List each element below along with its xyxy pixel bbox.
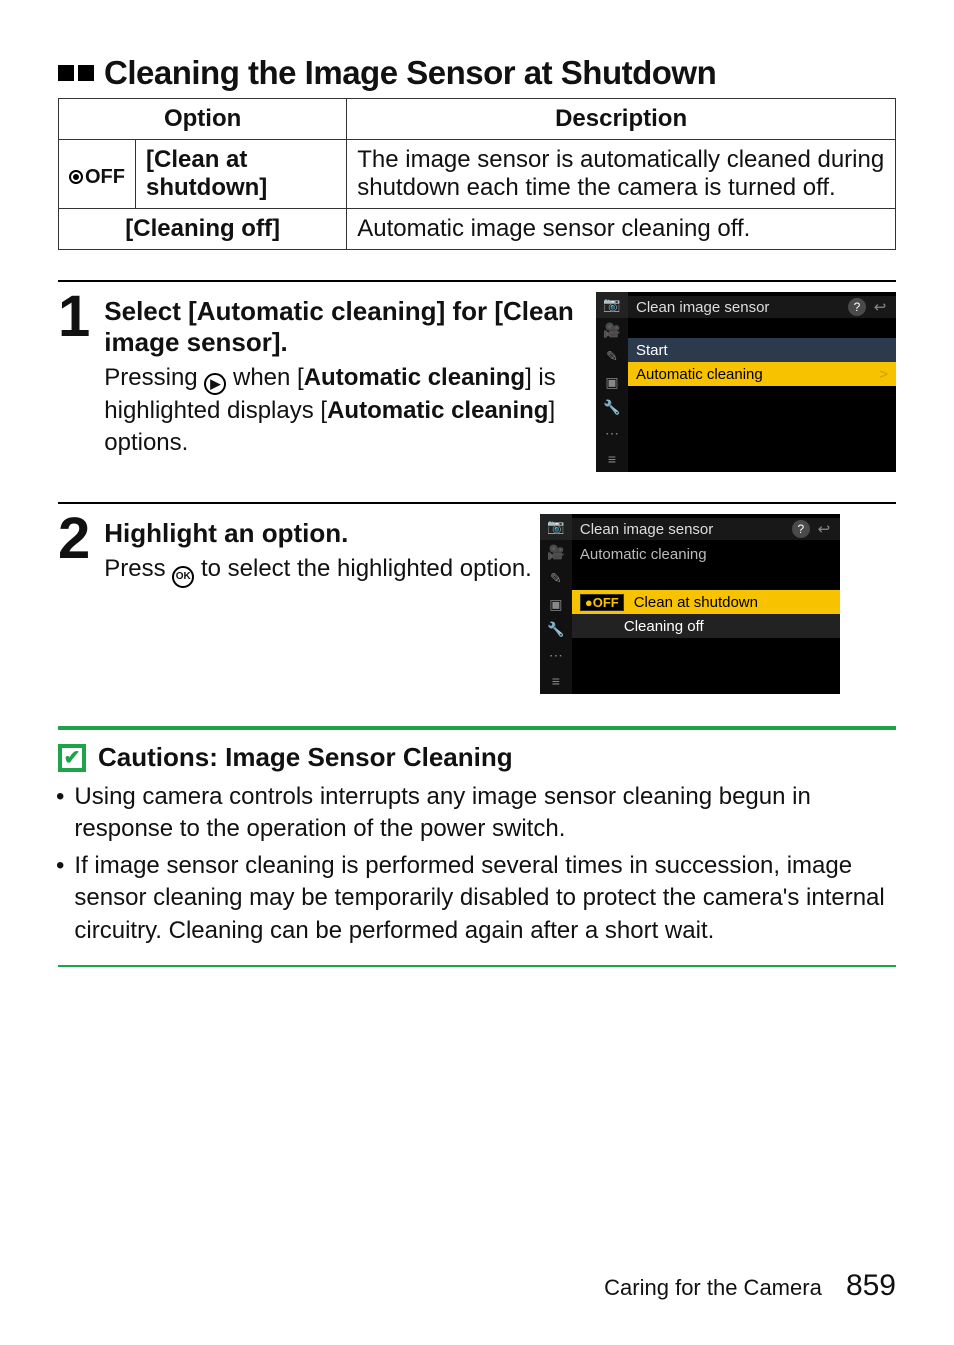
help-icon: ? [792, 520, 810, 538]
tab-icon: ▣ [596, 369, 628, 395]
footer-section: Caring for the Camera [604, 1275, 822, 1300]
option-description: Automatic image sensor cleaning off. [347, 209, 896, 250]
screenshot-subtitle: Automatic cleaning [572, 542, 840, 566]
option-label: [Clean at shutdown] [136, 140, 347, 209]
tab-icon: 🎥 [540, 540, 572, 566]
menu-screenshot-1: 📷 🎥 ✎ ▣ 🔧 ⋯ ≡ Clean image sensor ? ↩ Sta… [596, 292, 896, 472]
tab-icon: ⋯ [540, 643, 572, 669]
option-label: [Cleaning off] [59, 209, 347, 250]
tab-icon: 🎥 [596, 318, 628, 344]
caution-title: Cautions: Image Sensor Cleaning [98, 742, 513, 773]
tab-icon: ≡ [540, 668, 572, 694]
ok-button-icon: OK [172, 566, 194, 588]
tab-icon: ✎ [596, 343, 628, 369]
tab-icon: ▣ [540, 591, 572, 617]
heading-squares-icon [58, 65, 94, 81]
page-heading: Cleaning the Image Sensor at Shutdown [104, 54, 716, 92]
th-description: Description [347, 99, 896, 140]
step-title: Highlight an option. [104, 518, 532, 549]
bullet-text: If image sensor cleaning is performed se… [74, 850, 896, 947]
step-number: 1 [58, 292, 90, 341]
multi-selector-right-icon: ▶ [204, 373, 226, 395]
bullet-text: Using camera controls interrupts any ima… [74, 781, 896, 846]
caution-check-icon [58, 744, 86, 772]
tab-icon: 🔧 [596, 395, 628, 421]
menu-row-highlighted: Automatic cleaning ●OFF > [628, 362, 896, 386]
menu-row: Cleaning off [572, 614, 840, 638]
menu-screenshot-2: 📷 🎥 ✎ ▣ 🔧 ⋯ ≡ Clean image sensor ? ↩ Aut… [540, 514, 840, 694]
caution-bullets: Using camera controls interrupts any ima… [58, 781, 896, 947]
step-text: Pressing ▶ when [Automatic cleaning] is … [104, 362, 588, 460]
option-description: The image sensor is automatically cleane… [347, 140, 896, 209]
help-icon: ? [848, 298, 866, 316]
step-number: 2 [58, 514, 90, 563]
th-option: Option [59, 99, 347, 140]
footer-page-number: 859 [846, 1269, 896, 1302]
menu-row-start: Start [628, 338, 896, 362]
table-row: [Cleaning off] Automatic image sensor cl… [59, 209, 896, 250]
options-table: Option Description OFF [Clean at shutdow… [58, 98, 896, 250]
tab-icon: 📷 [596, 292, 628, 318]
menu-row-highlighted: ●OFF Clean at shutdown [572, 590, 840, 614]
tab-icon: ≡ [596, 446, 628, 472]
page-footer: Caring for the Camera 859 [604, 1269, 896, 1303]
tab-icon: ✎ [540, 565, 572, 591]
tab-icon: ⋯ [596, 421, 628, 447]
back-icon: ↩ [870, 298, 890, 316]
step-text: Press OK to select the highlighted optio… [104, 553, 532, 588]
back-icon: ↩ [814, 520, 834, 538]
step-title: Select [Automatic cleaning] for [Clean i… [104, 296, 588, 358]
tab-icon: 📷 [540, 514, 572, 540]
table-row: OFF [Clean at shutdown] The image sensor… [59, 140, 896, 209]
sensor-off-icon: OFF [69, 166, 125, 189]
tab-icon: 🔧 [540, 617, 572, 643]
